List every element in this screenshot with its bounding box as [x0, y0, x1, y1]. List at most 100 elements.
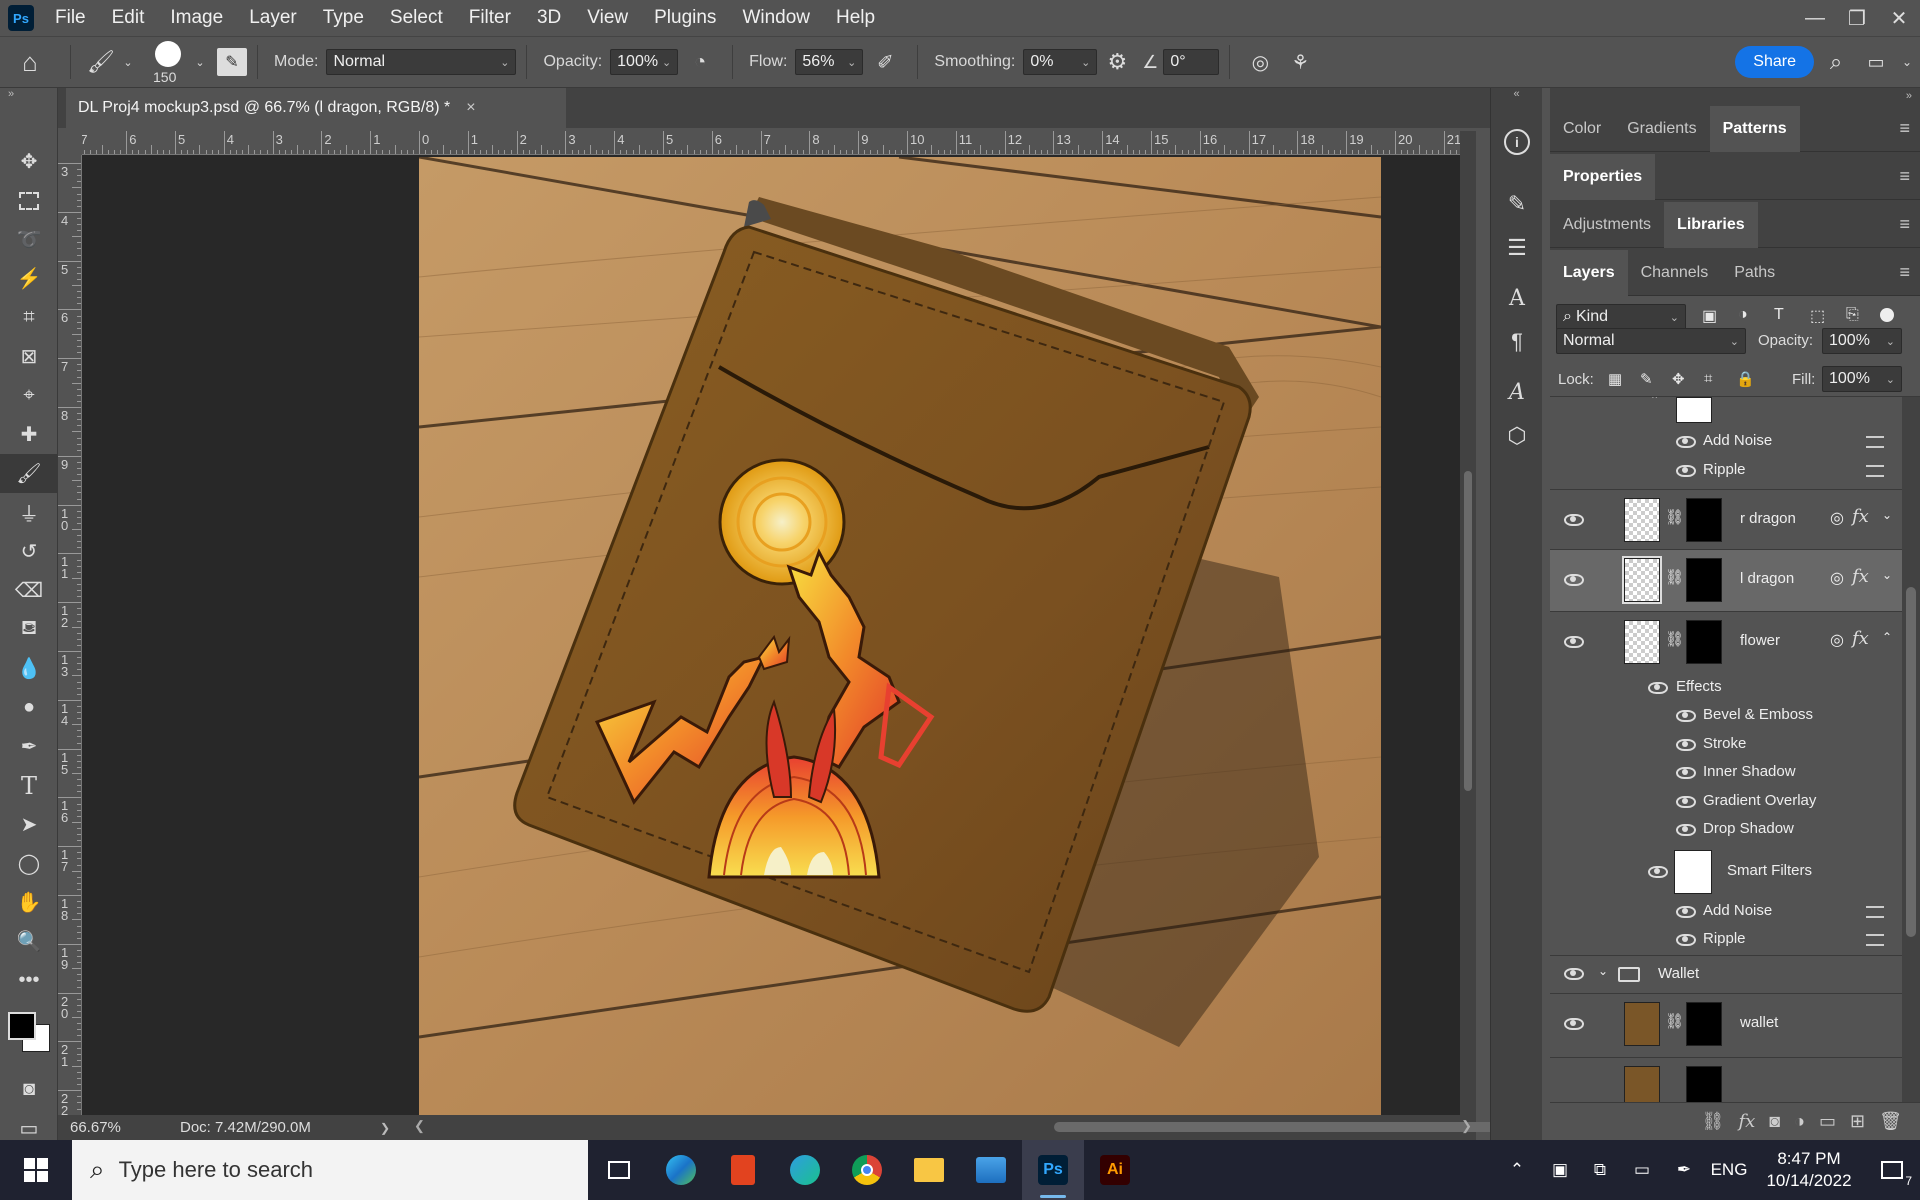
foreground-color-swatch[interactable] — [8, 1012, 36, 1040]
trash-icon[interactable]: 🗑 — [1879, 1111, 1902, 1132]
layer-row-r-dragon[interactable]: ⛓ r dragon ◎ fx ⌄ — [1550, 489, 1902, 549]
document-canvas[interactable] — [419, 157, 1381, 1115]
filter-options-icon[interactable] — [1866, 436, 1884, 448]
tab-adjustments[interactable]: Adjustments — [1550, 202, 1664, 248]
group-name[interactable]: Wallet — [1658, 965, 1699, 982]
eye-icon[interactable] — [1564, 574, 1584, 586]
horizontal-scrollbar[interactable]: ❮ ❯ — [414, 1115, 1514, 1140]
fx-icon[interactable]: fx — [1852, 506, 1869, 527]
task-view-icon[interactable] — [588, 1140, 650, 1200]
lock-all-icon[interactable]: 🔒 — [1736, 370, 1755, 388]
eye-icon[interactable] — [1676, 934, 1696, 946]
fill-field[interactable]: 100% ⌄ — [1822, 366, 1902, 392]
zoom-level[interactable]: 66.67% — [70, 1119, 180, 1136]
eye-icon[interactable] — [1648, 866, 1668, 878]
document-tab[interactable]: DL Proj4 mockup3.psd @ 66.7% (l dragon, … — [66, 88, 566, 128]
effects-row[interactable]: Effects — [1550, 675, 1902, 701]
filter-options-icon[interactable] — [1866, 465, 1884, 477]
eye-icon[interactable] — [1676, 710, 1696, 722]
fx-icon[interactable]: fx — [1852, 566, 1869, 587]
tab-channels[interactable]: Channels — [1628, 250, 1722, 296]
lock-position-icon[interactable]: ✥ — [1672, 370, 1685, 388]
taskbar-search-box[interactable]: ⌕ Type here to search — [72, 1140, 588, 1200]
layers-scroll-thumb[interactable] — [1906, 587, 1916, 937]
search-icon[interactable]: ⌕ — [1814, 49, 1858, 75]
eye-icon[interactable] — [1564, 636, 1584, 648]
eye-icon[interactable] — [1564, 968, 1584, 980]
effect-row[interactable]: Stroke — [1550, 732, 1902, 758]
menu-layer[interactable]: Layer — [236, 7, 310, 29]
link-icon[interactable]: ⛓ — [1665, 1012, 1684, 1030]
brush-tool-icon[interactable]: 🖌 — [0, 454, 58, 493]
flow-field[interactable]: 56% ⌄ — [795, 49, 864, 75]
effect-row[interactable]: Drop Shadow — [1550, 817, 1902, 843]
filter-adjustment-icon[interactable]: ◑ — [1738, 306, 1748, 324]
windows-start-icon[interactable] — [0, 1140, 72, 1200]
chevron-down-icon[interactable]: ⌄ — [1882, 568, 1892, 582]
brush-settings-icon[interactable]: ✎ — [217, 48, 247, 76]
layer-group-wallet[interactable]: ⌄ Wallet — [1550, 955, 1902, 993]
layer-opacity-field[interactable]: 100% ⌄ — [1822, 328, 1902, 354]
layer-row-flower[interactable]: ⛓ flower ◎ fx ⌃ — [1550, 611, 1902, 673]
layer-row-partial[interactable] — [1550, 1057, 1902, 1102]
panel-menu-icon[interactable]: ≡ — [1899, 262, 1910, 283]
tab-properties[interactable]: Properties — [1550, 153, 1656, 200]
link-icon[interactable]: ⛓ — [1665, 568, 1684, 586]
layer-name[interactable]: l dragon — [1740, 570, 1794, 587]
home-icon[interactable]: ⌂ — [0, 37, 60, 87]
layer-mask-thumbnail[interactable] — [1686, 620, 1722, 664]
filter-toggle-icon[interactable] — [1880, 308, 1894, 322]
clock[interactable]: 8:47 PM 10/14/2022 — [1754, 1148, 1864, 1192]
panel-menu-icon[interactable]: ≡ — [1899, 166, 1910, 187]
canvas-area[interactable] — [82, 155, 1460, 1115]
path-selection-tool-icon[interactable]: ➤ — [0, 805, 58, 844]
marquee-tool-icon[interactable] — [0, 181, 58, 220]
eye-icon[interactable] — [1648, 682, 1668, 694]
link-layers-icon[interactable]: ⛓ — [1702, 1111, 1725, 1132]
menu-help[interactable]: Help — [823, 7, 888, 29]
chevron-down-icon[interactable]: ⌄ — [1882, 508, 1892, 522]
layer-row-l-dragon[interactable]: ⛓ l dragon ◎ fx ⌄ — [1550, 549, 1902, 611]
move-tool-icon[interactable]: ✥ — [0, 142, 58, 181]
ellipse-tool-icon[interactable]: ◯ — [0, 844, 58, 883]
mode-dropdown[interactable]: Normal ⌄ — [326, 49, 517, 75]
angle-field[interactable]: 0° — [1163, 49, 1220, 75]
zoom-tool-icon[interactable]: 🔍 — [0, 922, 58, 961]
healing-brush-tool-icon[interactable]: ✚ — [0, 415, 58, 454]
eraser-tool-icon[interactable]: ⌫ — [0, 571, 58, 610]
filter-smart-object-icon[interactable]: ⎘ — [1846, 306, 1859, 324]
file-explorer-icon[interactable] — [898, 1140, 960, 1200]
eyedropper-tool-icon[interactable]: ⌖ — [0, 376, 58, 415]
battery-icon[interactable]: ▭ — [1620, 1160, 1664, 1180]
menu-plugins[interactable]: Plugins — [641, 7, 729, 29]
panel-menu-icon[interactable]: ≡ — [1899, 118, 1910, 139]
pen-tool-icon[interactable]: ✒ — [0, 727, 58, 766]
add-mask-icon[interactable]: ◙ — [1769, 1111, 1780, 1132]
horizontal-scroll-thumb[interactable] — [1054, 1122, 1514, 1132]
brush-preset-icon[interactable]: 🖌 — [81, 49, 121, 75]
eye-icon[interactable] — [1564, 1018, 1584, 1030]
symmetry-icon[interactable]: ⚘ — [1280, 50, 1320, 75]
eye-icon[interactable] — [1676, 906, 1696, 918]
airbrush-icon[interactable]: ✐ — [863, 50, 907, 75]
eye-icon[interactable] — [1676, 767, 1696, 779]
eye-icon[interactable] — [1676, 739, 1696, 751]
more-tools-icon[interactable]: ••• — [0, 961, 58, 1000]
collapse-panels-icon[interactable]: « — [1491, 88, 1542, 106]
layer-name[interactable]: wallet — [1740, 1014, 1778, 1031]
layer-mask-thumbnail[interactable] — [1686, 1066, 1722, 1102]
layer-name[interactable]: flower — [1740, 632, 1780, 649]
chevron-up-icon[interactable]: ⌃ — [1494, 1160, 1540, 1180]
expand-right-icon[interactable]: » — [1906, 90, 1912, 102]
photoshop-taskbar-icon[interactable]: Ps — [1022, 1140, 1084, 1200]
layer-mask-thumbnail[interactable] — [1686, 558, 1722, 602]
new-group-icon[interactable]: ▭ — [1819, 1111, 1836, 1132]
layer-mask-thumbnail[interactable] — [1686, 1002, 1722, 1046]
filter-ripple-row[interactable]: Ripple — [1550, 927, 1902, 953]
menu-file[interactable]: File — [42, 7, 99, 29]
menu-filter[interactable]: Filter — [456, 7, 524, 29]
hand-tool-icon[interactable]: ✋ — [0, 883, 58, 922]
frame-tool-icon[interactable]: ⊠ — [0, 337, 58, 376]
fx-icon[interactable]: fx — [1852, 628, 1869, 649]
collapse-icon[interactable]: » — [0, 88, 57, 102]
